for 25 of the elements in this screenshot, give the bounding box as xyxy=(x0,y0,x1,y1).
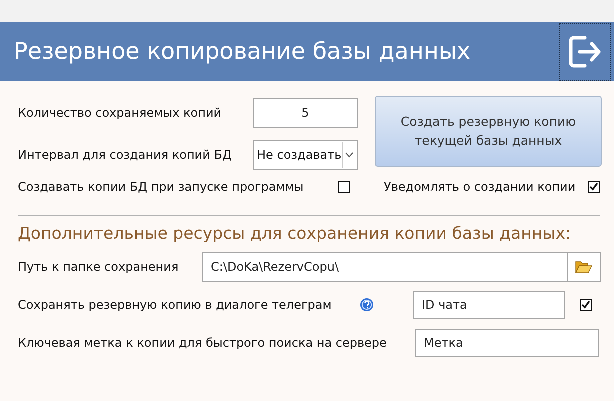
folder-icon xyxy=(575,260,593,274)
exit-icon xyxy=(567,34,603,70)
path-input[interactable]: C:\DoKa\RezervCopu\ xyxy=(202,252,568,282)
chevron-icon xyxy=(344,152,354,158)
dropdown-button[interactable] xyxy=(342,142,356,168)
window-title: Резервное копирование базы данных xyxy=(14,38,471,64)
help-icon[interactable] xyxy=(360,298,374,312)
field-label: Сохранять резервную копию в диалоге телеграм xyxy=(18,298,333,312)
checkbox-label: Уведомлять о создании копии xyxy=(384,180,577,194)
field-label: Путь к папке сохранения xyxy=(18,260,180,274)
section-title: Дополнительные ресурсы для сохранения копии базы данных: xyxy=(18,224,572,243)
telegram-checkbox[interactable] xyxy=(580,299,592,311)
field-label: Интервал для создания копий БД xyxy=(18,148,233,162)
chat-id-input[interactable]: ID чата xyxy=(413,291,565,319)
exit-button[interactable] xyxy=(559,22,611,80)
create-backup-button[interactable]: Создать резервную копию текущей базы данных xyxy=(375,96,602,167)
tag-input[interactable]: Метка xyxy=(415,329,599,357)
startup-checkbox[interactable] xyxy=(338,181,350,193)
copies-input[interactable]: 5 xyxy=(253,98,358,128)
checkbox-label: Создавать копии БД при запуске программы xyxy=(18,180,305,194)
browse-button[interactable] xyxy=(568,252,601,282)
interval-select[interactable]: Не создавать xyxy=(253,140,358,170)
field-label: Ключевая метка к копии для быстрого поиска на сервере xyxy=(18,336,388,350)
notify-checkbox[interactable] xyxy=(588,181,600,193)
field-label: Количество сохраняемых копий xyxy=(18,106,223,120)
